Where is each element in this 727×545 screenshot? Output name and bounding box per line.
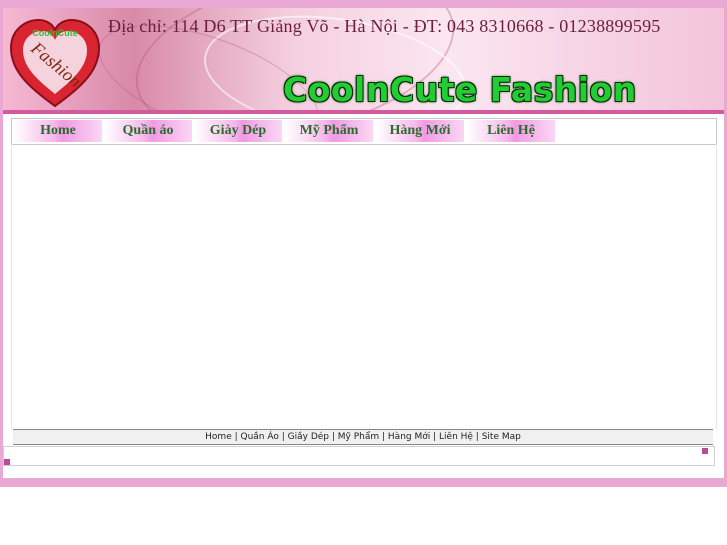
nav-item-lien-he[interactable]: Liên Hệ <box>467 120 555 142</box>
nav-item-home[interactable]: Home <box>14 120 102 142</box>
footer-link-lien-he[interactable]: Liên Hệ <box>439 432 473 442</box>
brand-title: CoolnCute Fashion <box>283 70 637 109</box>
footer-link-quan-ao[interactable]: Quần Áo <box>241 432 279 442</box>
main-nav: Home Quần áo Giày Dép Mỹ Phẩm Hàng Mới L… <box>11 118 717 145</box>
nav-item-giay-dep[interactable]: Giày Dép <box>194 120 282 142</box>
footer-separator: | <box>472 432 482 442</box>
footer-separator: | <box>278 432 288 442</box>
footer-link-my-pham[interactable]: Mỹ Phẩm <box>338 432 379 442</box>
header-banner: CoolnCute Fashion Địa chỉ: 114 D6 TT Giả… <box>3 8 724 112</box>
page-frame: CoolnCute Fashion Địa chỉ: 114 D6 TT Giả… <box>0 0 727 487</box>
footer-box <box>3 446 715 466</box>
store-address: Địa chỉ: 114 D6 TT Giảng Võ - Hà Nội - Đ… <box>108 16 661 36</box>
page-container: CoolnCute Fashion Địa chỉ: 114 D6 TT Giả… <box>3 8 724 478</box>
nav-item-my-pham[interactable]: Mỹ Phẩm <box>285 120 373 142</box>
heart-logo-icon[interactable]: CoolnCute Fashion <box>7 14 103 110</box>
footer-links: Home | Quần Áo | Giầy Dép | Mỹ Phẩm | Hà… <box>13 429 713 445</box>
footer-separator: | <box>430 432 440 442</box>
main-content <box>11 144 717 429</box>
footer-separator: | <box>379 432 388 442</box>
nav-item-hang-moi[interactable]: Hàng Mới <box>376 120 464 142</box>
footer-separator: | <box>231 432 241 442</box>
footer-link-home[interactable]: Home <box>205 432 232 442</box>
footer-link-giay-dep[interactable]: Giầy Dép <box>288 432 329 442</box>
footer-separator: | <box>329 432 338 442</box>
footer-link-site-map[interactable]: Site Map <box>482 432 521 442</box>
corner-marker <box>702 448 708 454</box>
nav-item-quan-ao[interactable]: Quần áo <box>104 120 192 142</box>
logo-top-text: CoolnCute <box>32 28 78 38</box>
corner-marker <box>4 459 10 465</box>
footer-link-hang-moi[interactable]: Hàng Mới <box>388 432 430 442</box>
header-divider <box>3 110 724 114</box>
